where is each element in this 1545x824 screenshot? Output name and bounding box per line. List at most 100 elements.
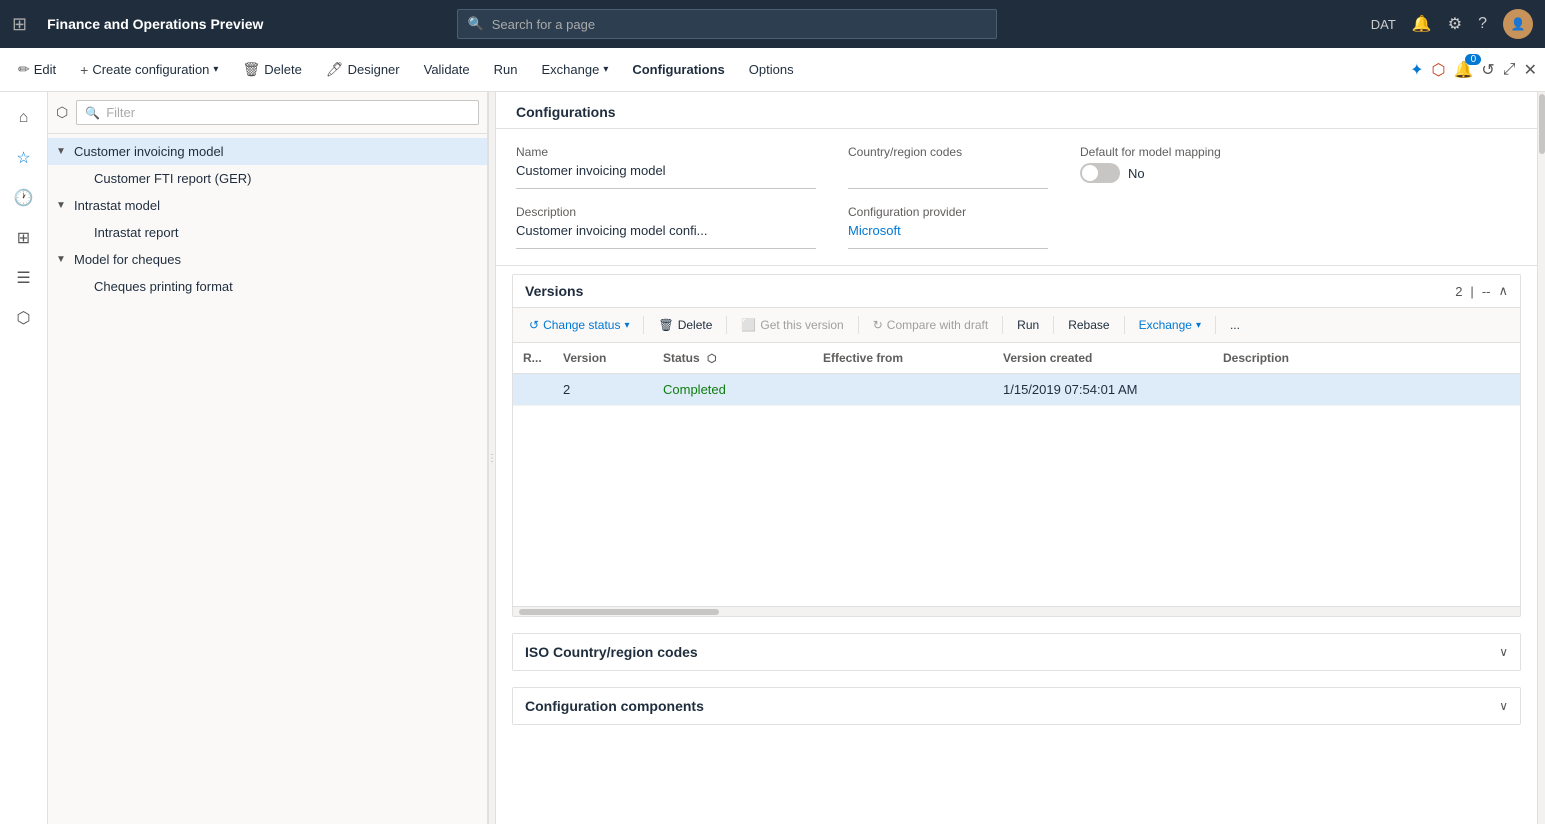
ver-sep-5 <box>1053 316 1054 334</box>
compare-draft-button[interactable]: ↻ Compare with draft <box>865 314 996 336</box>
country-label: Country/region codes <box>848 145 1048 159</box>
change-status-button[interactable]: ↺ Change status ▾ <box>521 314 637 336</box>
config-components-header[interactable]: Configuration components ∨ <box>513 688 1520 724</box>
cell-version-created: 1/15/2019 07:54:01 AM <box>993 374 1213 406</box>
tree-panel: ⬡ 🔍 ▼ Customer invoicing model Customer … <box>48 92 488 824</box>
config-provider-value[interactable]: Microsoft <box>848 223 1048 249</box>
ver-sep-6 <box>1124 316 1125 334</box>
validate-button[interactable]: Validate <box>414 58 480 81</box>
config-components-section: Configuration components ∨ <box>512 687 1521 725</box>
cell-version: 2 <box>553 374 653 406</box>
get-this-version-button[interactable]: ⬜ Get this version <box>733 314 851 336</box>
config-components-title: Configuration components <box>525 698 704 714</box>
filter-input-wrapper[interactable]: 🔍 <box>76 100 479 125</box>
v-scroll-thumb[interactable] <box>1539 94 1545 154</box>
run-button[interactable]: Run <box>484 58 528 81</box>
edit-icon: ✏ <box>18 61 30 78</box>
versions-delete-button[interactable]: 🗑 Delete <box>650 314 720 336</box>
office-icon[interactable]: ⬡ <box>1431 60 1445 80</box>
edit-button[interactable]: ✏ Edit <box>8 57 66 82</box>
versions-toolbar: ↺ Change status ▾ 🗑 Delete ⬜ Get this ve… <box>513 308 1520 343</box>
expand-icon[interactable]: ⤢ <box>1503 61 1516 79</box>
ver-sep-1 <box>643 316 644 334</box>
grid-icon[interactable]: ⊞ <box>12 14 27 35</box>
search-input[interactable] <box>492 17 986 32</box>
help-icon[interactable]: ? <box>1478 15 1487 33</box>
toolbar-right: ✦ ⬡ 🔔 0 ↺ ⤢ ✕ <box>1410 60 1537 80</box>
expand-icon-cheques: ▼ <box>56 254 70 265</box>
rebase-button[interactable]: Rebase <box>1060 314 1117 336</box>
home-icon[interactable]: ⌂ <box>6 100 42 136</box>
settings-icon[interactable]: ⚙ <box>1448 14 1462 34</box>
refresh-icon[interactable]: ↺ <box>1481 60 1494 80</box>
exchange-dropdown-icon: ▾ <box>603 64 608 75</box>
tree-toolbar: ⬡ 🔍 <box>48 92 487 134</box>
tree-item-cheques-format[interactable]: Cheques printing format <box>48 273 487 300</box>
badge-count: 0 <box>1465 54 1481 65</box>
toggle-switch[interactable] <box>1080 163 1120 183</box>
delete-button[interactable]: 🗑 Delete <box>232 57 311 82</box>
status-filter-icon[interactable]: ⬡ <box>707 353 717 365</box>
iso-section-header[interactable]: ISO Country/region codes ∨ <box>513 634 1520 670</box>
star-icon[interactable]: ☆ <box>6 140 42 176</box>
list-icon[interactable]: ☰ <box>6 260 42 296</box>
configurations-form: Name Customer invoicing model Country/re… <box>496 129 1537 266</box>
notification-icon[interactable]: 🔔 <box>1412 14 1432 34</box>
table-row[interactable]: 2 Completed 1/15/2019 07:54:01 AM <box>513 374 1520 406</box>
tree-label-model-cheques: Model for cheques <box>74 252 181 267</box>
workspace-icon[interactable]: ⊞ <box>6 220 42 256</box>
more-button[interactable]: ... <box>1222 314 1248 336</box>
h-scroll-thumb[interactable] <box>519 609 719 615</box>
close-icon[interactable]: ✕ <box>1524 60 1537 80</box>
expand-icon-customer: ▼ <box>56 146 70 157</box>
designer-button[interactable]: 🖊 Designer <box>316 57 410 82</box>
recent-icon[interactable]: 🕐 <box>6 180 42 216</box>
ver-sep-2 <box>726 316 727 334</box>
description-field: Description Customer invoicing model con… <box>516 205 816 249</box>
filter-icon[interactable]: ✦ <box>1410 60 1423 80</box>
horizontal-scrollbar[interactable] <box>513 606 1520 616</box>
ver-sep-4 <box>1002 316 1003 334</box>
tree-item-intrastat[interactable]: ▼ Intrastat model <box>48 192 487 219</box>
create-config-button[interactable]: + Create configuration ▾ <box>70 58 228 82</box>
get-version-icon: ⬜ <box>741 318 756 332</box>
country-field: Country/region codes <box>848 145 1048 189</box>
exchange-button[interactable]: Exchange ▾ <box>531 58 618 81</box>
search-bar[interactable]: 🔍 <box>457 9 997 39</box>
tree-item-customer-fti[interactable]: Customer FTI report (GER) <box>48 165 487 192</box>
trash-icon-ver: 🗑 <box>658 318 673 332</box>
versions-run-button[interactable]: Run <box>1009 314 1047 336</box>
tree-filter-icon[interactable]: ⬡ <box>56 104 68 121</box>
versions-dash2: -- <box>1482 284 1491 299</box>
config-provider-label: Configuration provider <box>848 205 1048 219</box>
trash-icon: 🗑 <box>242 61 260 78</box>
tree-item-intrastat-report[interactable]: Intrastat report <box>48 219 487 246</box>
versions-exchange-button[interactable]: Exchange ▾ <box>1131 314 1209 336</box>
collapse-icon[interactable]: ∧ <box>1498 283 1508 299</box>
filter-input[interactable] <box>106 105 470 120</box>
refresh-icon: ↺ <box>529 318 539 332</box>
toggle-value: No <box>1128 166 1145 181</box>
ver-sep-7 <box>1215 316 1216 334</box>
avatar[interactable]: 👤 <box>1503 9 1533 39</box>
side-nav: ⌂ ☆ 🕐 ⊞ ☰ ⬡ <box>0 92 48 824</box>
versions-table: R... Version Status ⬡ Effective from <box>513 343 1520 406</box>
options-button[interactable]: Options <box>739 58 804 81</box>
main-layout: ⌂ ☆ 🕐 ⊞ ☰ ⬡ ⬡ 🔍 ▼ Customer invoicing mod… <box>0 92 1545 824</box>
table-empty-space <box>513 406 1520 606</box>
configurations-section-header: Configurations <box>496 92 1537 129</box>
filter-side-icon[interactable]: ⬡ <box>6 300 42 336</box>
table-header-row: R... Version Status ⬡ Effective from <box>513 343 1520 374</box>
vertical-scrollbar[interactable] <box>1537 92 1545 824</box>
top-bar-right: DAT 🔔 ⚙ ? 👤 <box>1371 9 1533 39</box>
content-panel: Configurations Name Customer invoicing m… <box>496 92 1537 824</box>
tree-content: ▼ Customer invoicing model Customer FTI … <box>48 134 487 824</box>
dropdown-icon: ▾ <box>213 64 218 75</box>
drag-handle[interactable]: ⋮ <box>488 92 496 824</box>
versions-header: Versions 2 | -- ∧ <box>513 275 1520 308</box>
tree-item-model-cheques[interactable]: ▼ Model for cheques <box>48 246 487 273</box>
col-status: Status ⬡ <box>653 343 813 374</box>
configurations-button[interactable]: Configurations <box>622 58 734 81</box>
tree-item-customer-invoicing[interactable]: ▼ Customer invoicing model <box>48 138 487 165</box>
default-mapping-field: Default for model mapping No <box>1080 145 1280 183</box>
